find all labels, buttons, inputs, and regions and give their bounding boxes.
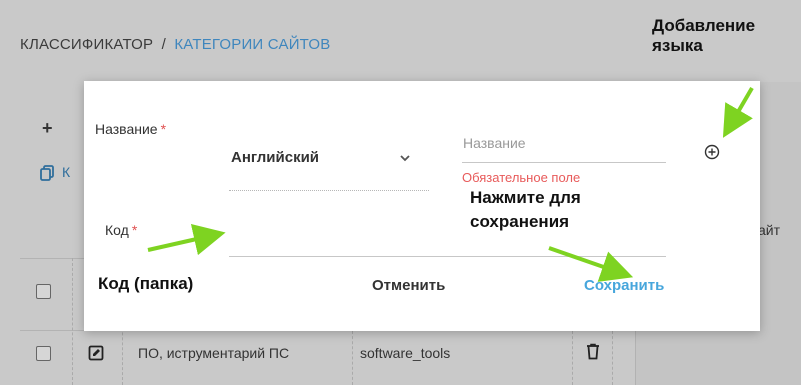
save-annotation: Нажмите для сохранения [470, 186, 581, 234]
copy-icon[interactable] [40, 165, 54, 181]
row-code: software_tools [360, 345, 451, 361]
language-select-underline [229, 190, 429, 191]
language-select[interactable]: Английский [229, 141, 429, 191]
breadcrumb: КЛАССИФИКАТОР / КАТЕГОРИИ САЙТОВ [20, 36, 330, 53]
plus-icon[interactable]: + [42, 118, 53, 139]
language-select-value: Английский [231, 149, 320, 166]
row-name: ПО, иструментарий ПС [138, 345, 290, 361]
required-mark: * [131, 222, 138, 238]
select-all-checkbox[interactable] [36, 284, 51, 299]
column-divider [352, 331, 353, 385]
add-language-annotation-line1: Добавление [652, 16, 756, 35]
add-language-annotation: Добавление языка [652, 16, 755, 56]
column-divider [612, 331, 613, 385]
required-mark: * [160, 121, 167, 137]
edit-icon[interactable] [88, 345, 104, 361]
column-divider [572, 331, 573, 385]
name-label: Название * [95, 121, 166, 137]
trash-icon[interactable] [586, 343, 600, 360]
save-annotation-line2: сохранения [470, 212, 570, 231]
save-button[interactable]: Сохранить [584, 277, 664, 294]
code-input[interactable] [229, 217, 666, 257]
breadcrumb-current[interactable]: КАТЕГОРИИ САЙТОВ [174, 36, 330, 53]
save-annotation-line1: Нажмите для [470, 188, 581, 207]
breadcrumb-separator: / [161, 36, 166, 53]
background-column-header-partial: айт [758, 222, 781, 238]
column-divider [72, 258, 73, 385]
screen: КЛАССИФИКАТОР / КАТЕГОРИИ САЙТОВ айт + К… [0, 0, 801, 385]
add-language-annotation-line2: языка [652, 36, 703, 55]
toolbar-partial-text[interactable]: К [62, 164, 70, 180]
name-input[interactable] [462, 123, 666, 163]
row-checkbox[interactable] [36, 346, 51, 361]
cancel-button[interactable]: Отменить [372, 277, 445, 294]
code-annotation: Код (папка) [98, 274, 194, 293]
breadcrumb-root[interactable]: КЛАССИФИКАТОР [20, 36, 153, 53]
add-language-icon[interactable] [704, 144, 720, 160]
name-label-text: Название [95, 121, 158, 137]
chevron-down-icon [399, 151, 411, 163]
required-field-error: Обязательное поле [462, 170, 581, 185]
code-label-text: Код [105, 222, 129, 238]
code-label: Код * [105, 222, 137, 238]
